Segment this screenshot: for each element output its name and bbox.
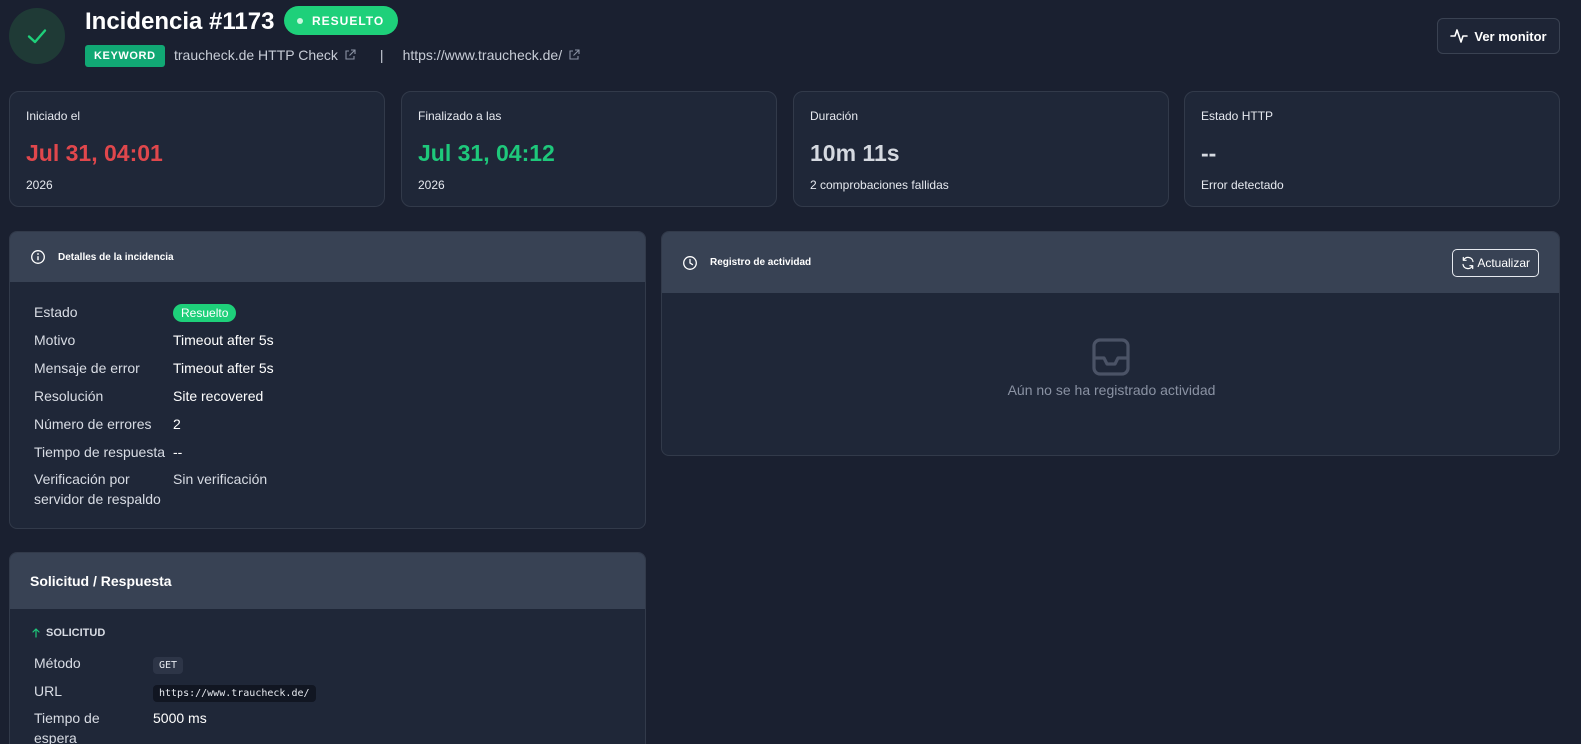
monitor-type-badge: KEYWORD (85, 45, 165, 67)
request-section-label: SOLICITUD (32, 627, 105, 639)
url-code: https://www.traucheck.de/ (153, 685, 316, 702)
detail-value-motivo: Timeout after 5s (173, 332, 274, 348)
detail-label-response-time: Tiempo de respuesta (34, 444, 165, 460)
detail-label-resolution: Resolución (34, 388, 104, 404)
request-section-text: SOLICITUD (46, 627, 106, 639)
detail-label-estado: Estado (34, 304, 78, 320)
status-dot-icon (297, 17, 303, 24)
activity-empty-text: Aún no se ha registrado actividad (1007, 382, 1216, 398)
monitor-meta: traucheck.de HTTP Check | https://www.tr… (174, 47, 580, 63)
status-badge-label: RESUELTO (312, 13, 385, 28)
stat-card-ended: Finalizado a las Jul 31, 04:12 2026 (401, 91, 777, 207)
request-response-title: Solicitud / Respuesta (30, 573, 172, 589)
view-monitor-label: Ver monitor (1474, 28, 1547, 44)
stat-value: -- (1201, 140, 1217, 166)
refresh-label: Actualizar (1477, 255, 1530, 270)
request-value-method: GET (153, 653, 184, 676)
refresh-button[interactable]: Actualizar (1452, 248, 1539, 277)
request-label-timeout: Tiempo de espera (34, 708, 100, 744)
inbox-icon (1091, 337, 1131, 382)
detail-label-error-count: Número de errores (34, 416, 152, 432)
request-value-url: https://www.traucheck.de/ (153, 681, 316, 704)
activity-pulse-icon (1450, 29, 1469, 43)
stat-value: Jul 31, 04:12 (418, 140, 555, 166)
request-response-panel: Solicitud / Respuesta SOLICITUD Método G… (9, 552, 646, 744)
detail-label-line: Verificación por (34, 471, 130, 487)
refresh-icon (1462, 256, 1474, 269)
meta-separator: | (379, 47, 384, 63)
stat-label: Duración (810, 109, 859, 123)
status-badge: RESUELTO (284, 6, 399, 35)
detail-label-motivo: Motivo (34, 332, 76, 348)
method-code: GET (153, 657, 184, 674)
stat-label: Iniciado el (26, 109, 81, 123)
request-label-url: URL (34, 683, 63, 699)
activity-empty-state: Aún no se ha registrado actividad (662, 293, 1559, 455)
arrow-up-icon (32, 628, 40, 638)
stat-label: Estado HTTP (1201, 109, 1274, 123)
external-link-icon[interactable] (344, 49, 356, 61)
stat-card-http-status: Estado HTTP -- Error detectado (1184, 91, 1560, 207)
stat-label: Finalizado a las (418, 109, 502, 123)
detail-label-line: servidor de respaldo (34, 491, 161, 507)
incident-details-panel: Detalles de la incidencia Estado Resuelt… (9, 231, 646, 529)
monitor-url-link[interactable]: https://www.traucheck.de/ (403, 47, 563, 63)
view-monitor-button[interactable]: Ver monitor (1437, 18, 1560, 54)
detail-value-response-time: -- (173, 444, 183, 460)
request-label-line: espera (34, 730, 77, 744)
activity-log-panel: Registro de actividad Actualizar Aún no … (661, 231, 1560, 456)
activity-log-header: Registro de actividad Actualizar (662, 232, 1559, 293)
stat-value: 10m 11s (810, 140, 900, 166)
check-icon (27, 29, 47, 44)
incident-details-header: Detalles de la incidencia (10, 232, 645, 282)
clock-icon (682, 255, 698, 271)
detail-value-estado: Resuelto (173, 302, 237, 323)
stat-sub: Error detectado (1201, 178, 1284, 192)
external-link-icon[interactable] (568, 49, 580, 61)
monitor-name-link[interactable]: traucheck.de HTTP Check (174, 47, 338, 63)
detail-value-error-count: 2 (173, 416, 181, 432)
stat-value: Jul 31, 04:01 (26, 140, 163, 166)
detail-label-error-message: Mensaje de error (34, 360, 140, 376)
activity-log-title: Registro de actividad (710, 257, 812, 268)
request-response-header: Solicitud / Respuesta (10, 553, 645, 609)
detail-label-backup-verification: Verificación por servidor de respaldo (34, 469, 161, 509)
stat-sub: 2 comprobaciones fallidas (810, 178, 949, 192)
detail-value-resolution: Site recovered (173, 388, 264, 404)
state-badge: Resuelto (173, 304, 237, 322)
request-response-body: SOLICITUD Método GET URL https://www.tra… (10, 609, 645, 744)
detail-value-error-message: Timeout after 5s (173, 360, 274, 376)
request-value-timeout: 5000 ms (153, 710, 207, 726)
incident-details-title: Detalles de la incidencia (58, 251, 174, 263)
stat-card-duration: Duración 10m 11s 2 comprobaciones fallid… (793, 91, 1169, 207)
resolved-status-icon (9, 8, 65, 64)
detail-value-backup-verification: Sin verificación (173, 471, 268, 487)
page-title: Incidencia #1173 (85, 8, 275, 35)
request-label-line: Tiempo de (34, 710, 100, 726)
stat-sub: 2026 (26, 178, 53, 192)
incident-details-body: Estado Resuelto Motivo Timeout after 5s … (10, 282, 645, 528)
stat-sub: 2026 (418, 178, 445, 192)
stat-card-started: Iniciado el Jul 31, 04:01 2026 (9, 91, 385, 207)
request-label-method: Método (34, 655, 81, 671)
info-icon (30, 249, 46, 265)
